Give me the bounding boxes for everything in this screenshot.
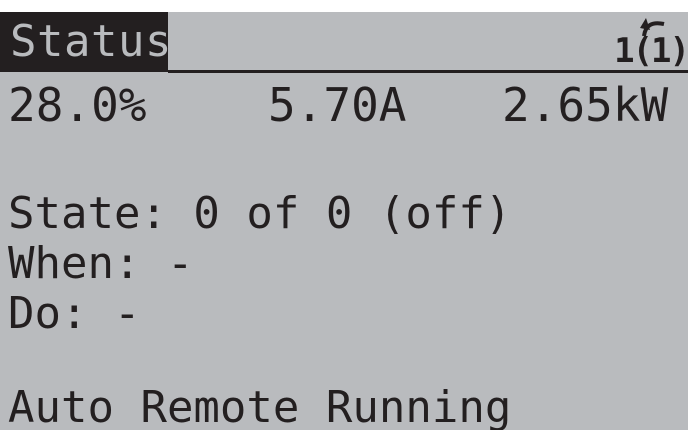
current-readout: 5.70A [268, 78, 407, 132]
state-line: State: 0 of 0 (off) [8, 188, 512, 239]
reference-readout: 28.0% [8, 78, 147, 132]
power-readout: 2.65kW [502, 78, 669, 132]
when-line: When: - [8, 238, 194, 289]
status-line: Auto Remote Running [8, 382, 512, 430]
setup-indicator: 1(1) [608, 12, 688, 70]
setup-number: 1(1) [614, 31, 688, 71]
title-divider [168, 70, 688, 73]
page-title: Status [0, 12, 171, 72]
title-bar: Status 1(1) [0, 12, 688, 73]
do-line: Do: - [8, 288, 141, 339]
lcp-display: Status 1(1) 28.0% 5.70A 2.65kW State: 0 … [0, 12, 688, 430]
